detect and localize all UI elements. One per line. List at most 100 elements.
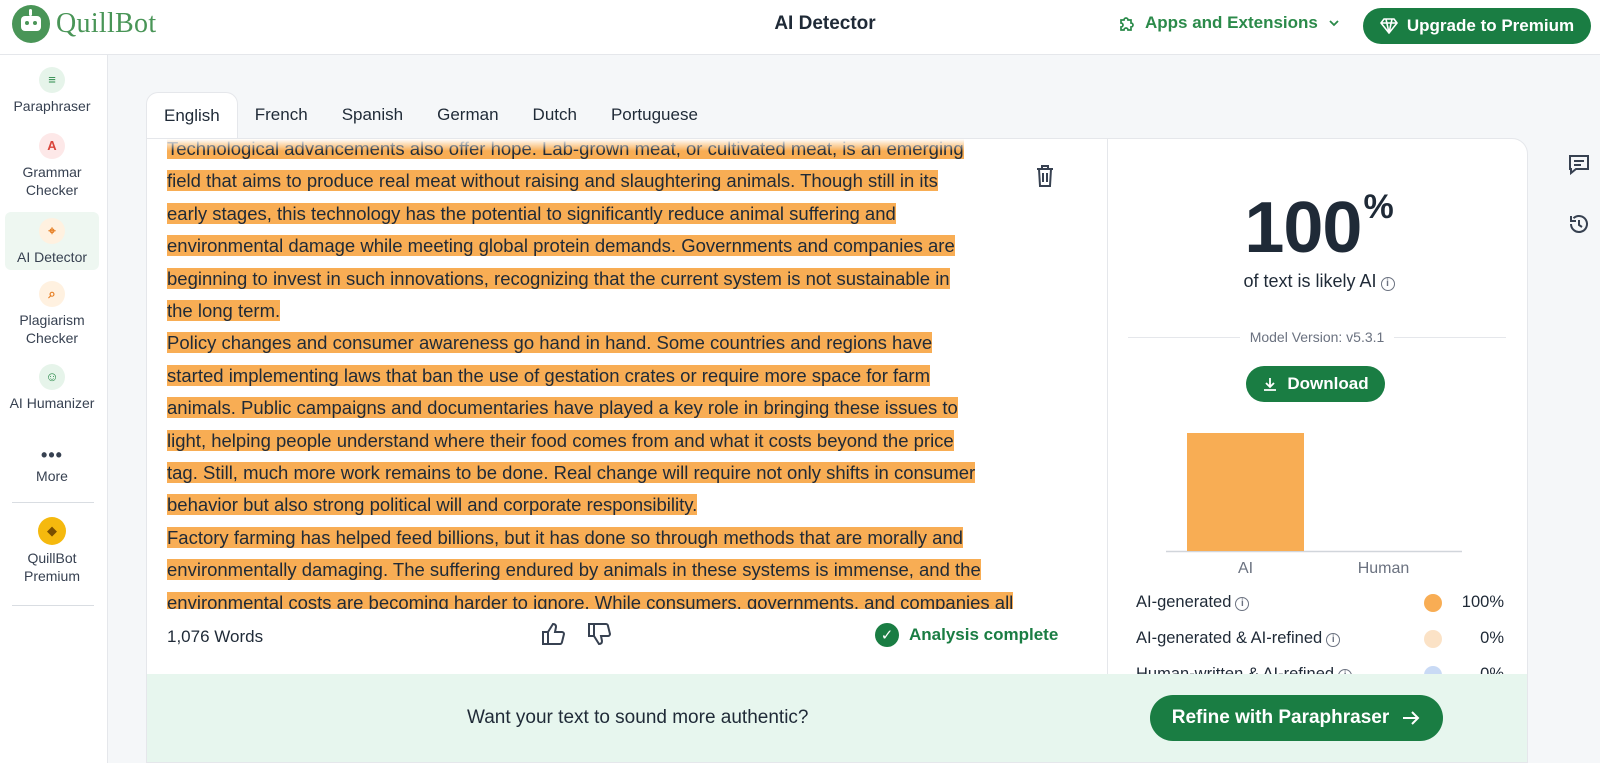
legend-ai-generated: AI-generated i 100% [1136, 593, 1504, 612]
humanizer-icon: ☺ [39, 364, 65, 390]
puzzle-icon [1120, 17, 1134, 31]
highlighted-line: started implementing laws that ban the u… [167, 364, 930, 386]
ai-detector-icon: ⌖ [39, 218, 65, 244]
thumbs-down-icon[interactable] [586, 621, 612, 647]
sidebar-label: Paraphraser [13, 98, 91, 114]
sidebar-divider [12, 502, 94, 503]
legend-dot [1424, 593, 1442, 612]
highlighted-line: early stages, this technology has the po… [167, 202, 896, 224]
info-icon[interactable]: i [1380, 277, 1395, 291]
upgrade-label: Upgrade to Premium [1406, 16, 1575, 35]
history-icon[interactable] [1567, 212, 1591, 236]
refine-with-paraphraser-button[interactable]: Refine with Paraphraser [1150, 695, 1443, 741]
feedback-buttons [540, 621, 612, 647]
refine-banner: Want your text to sound more authentic? … [147, 674, 1527, 762]
highlighted-line: the long term. [167, 300, 281, 322]
download-icon [1264, 378, 1277, 391]
highlighted-line: environmental damage while meeting globa… [167, 235, 955, 257]
highlighted-line: environmentally damaging. The suffering … [167, 559, 981, 581]
upgrade-premium-button[interactable]: Upgrade to Premium [1363, 8, 1591, 44]
right-toolbar [1567, 152, 1591, 236]
comment-icon[interactable] [1567, 152, 1591, 176]
tab-portuguese[interactable]: Portuguese [594, 92, 715, 138]
refine-label: Refine with Paraphraser [1171, 707, 1390, 728]
ai-human-bar-chart: AI Human [1166, 433, 1462, 577]
chart-bar-ai [1187, 433, 1304, 551]
editor-footer: 1,076 Words ✓ Analysis complete [147, 609, 1107, 661]
top-header: QuillBot AI Detector Apps and Extensions… [0, 0, 1600, 55]
analysis-status: ✓ Analysis complete [875, 623, 1058, 647]
model-version: Model Version: v5.3.1 [1249, 329, 1385, 345]
apps-extensions-menu[interactable]: Apps and Extensions [1118, 13, 1341, 33]
legend-dot [1424, 629, 1442, 648]
more-icon: ••• [41, 445, 63, 465]
trash-icon[interactable] [1033, 163, 1057, 189]
percent-caption-text: of text is likely AI [1243, 271, 1377, 291]
sidebar-item-ai-detector[interactable]: ⌖ AI Detector [5, 212, 99, 270]
analysis-status-label: Analysis complete [909, 625, 1059, 644]
banner-text: Want your text to sound more authentic? [467, 707, 809, 728]
sidebar-label: AI Humanizer [9, 395, 95, 411]
premium-diamond-icon: ◆ [38, 517, 66, 545]
percent-caption: of text is likely AI i [1108, 271, 1527, 292]
highlighted-line: animals. Public campaigns and documentar… [167, 397, 958, 419]
info-icon[interactable]: i [1326, 633, 1341, 647]
tab-german[interactable]: German [420, 92, 515, 138]
ai-percentage: 100% [1108, 187, 1527, 269]
sidebar-item-premium[interactable]: ◆ QuillBot Premium [5, 517, 99, 585]
sidebar-item-more[interactable]: ••• More [5, 445, 99, 485]
percent-sign: % [1363, 188, 1394, 226]
language-tabs: English French Spanish German Dutch Port… [146, 92, 715, 138]
download-label: Download [1287, 374, 1369, 393]
detector-card: Technological advancements also offer ho… [146, 138, 1528, 763]
sidebar-label: More [36, 468, 68, 484]
highlighted-line: Policy changes and consumer awareness go… [167, 332, 933, 354]
legend-label: AI-generated [1136, 593, 1232, 611]
highlighted-line: tag. Still, much more work remains to be… [167, 462, 976, 484]
editor-text: Technological advancements also offer ho… [167, 139, 1047, 609]
paraphraser-icon: ≡ [39, 67, 65, 93]
check-icon: ✓ [875, 623, 899, 647]
highlighted-line: beginning to invest in such innovations,… [167, 267, 950, 289]
chart-label-human: Human [1358, 560, 1410, 577]
text-editor[interactable]: Technological advancements also offer ho… [147, 139, 1107, 609]
word-count: 1,076 Words [167, 627, 264, 646]
results-panel: 100% of text is likely AI i Model Version… [1107, 139, 1527, 684]
sidebar-item-grammar-checker[interactable]: A Grammar Checker [5, 133, 99, 199]
tab-spanish[interactable]: Spanish [325, 92, 420, 138]
grammar-icon: A [39, 133, 65, 159]
plagiarism-icon: ⌕ [39, 281, 65, 307]
sidebar-item-ai-humanizer[interactable]: ☺ AI Humanizer [5, 364, 99, 412]
chart-label-ai: AI [1238, 560, 1253, 577]
model-version-row: Model Version: v5.3.1 [1128, 329, 1507, 345]
info-icon[interactable]: i [1235, 597, 1250, 611]
sidebar-item-plagiarism-checker[interactable]: ⌕ Plagiarism Checker [5, 281, 99, 347]
percent-value: 100 [1244, 188, 1362, 268]
legend-value: 100% [1461, 593, 1504, 611]
sidebar-label: Grammar Checker [22, 164, 82, 198]
arrow-right-icon [1403, 711, 1420, 725]
left-sidebar: ≡ Paraphraser A Grammar Checker ⌖ AI Det… [0, 55, 108, 763]
editor-fade [147, 139, 1107, 151]
sidebar-label: Plagiarism Checker [19, 312, 85, 346]
page-title: AI Detector [774, 13, 876, 34]
sidebar-label: AI Detector [16, 249, 88, 265]
highlighted-line: environmental costs are becoming harder … [167, 591, 1014, 609]
thumbs-up-icon[interactable] [540, 621, 566, 647]
highlighted-line: light, helping people understand where t… [167, 429, 954, 451]
highlighted-line: Factory farming has helped feed billions… [167, 526, 963, 548]
sidebar-label: QuillBot Premium [23, 550, 80, 584]
diamond-icon [1379, 18, 1398, 34]
legend-value: 0% [1480, 629, 1504, 647]
sidebar-divider [12, 605, 94, 606]
tab-french[interactable]: French [238, 92, 325, 138]
tab-dutch[interactable]: Dutch [516, 92, 594, 138]
highlighted-line: behavior but also strong political will … [167, 494, 698, 516]
legend-label: AI-generated & AI-refined [1136, 629, 1323, 647]
sidebar-item-paraphraser[interactable]: ≡ Paraphraser [5, 67, 99, 115]
tab-english[interactable]: English [146, 92, 238, 138]
download-button[interactable]: Download [1246, 366, 1385, 402]
apps-extensions-label: Apps and Extensions [1145, 13, 1318, 32]
chevron-down-icon [1329, 20, 1339, 27]
highlighted-line: field that aims to produce real meat wit… [167, 170, 938, 192]
